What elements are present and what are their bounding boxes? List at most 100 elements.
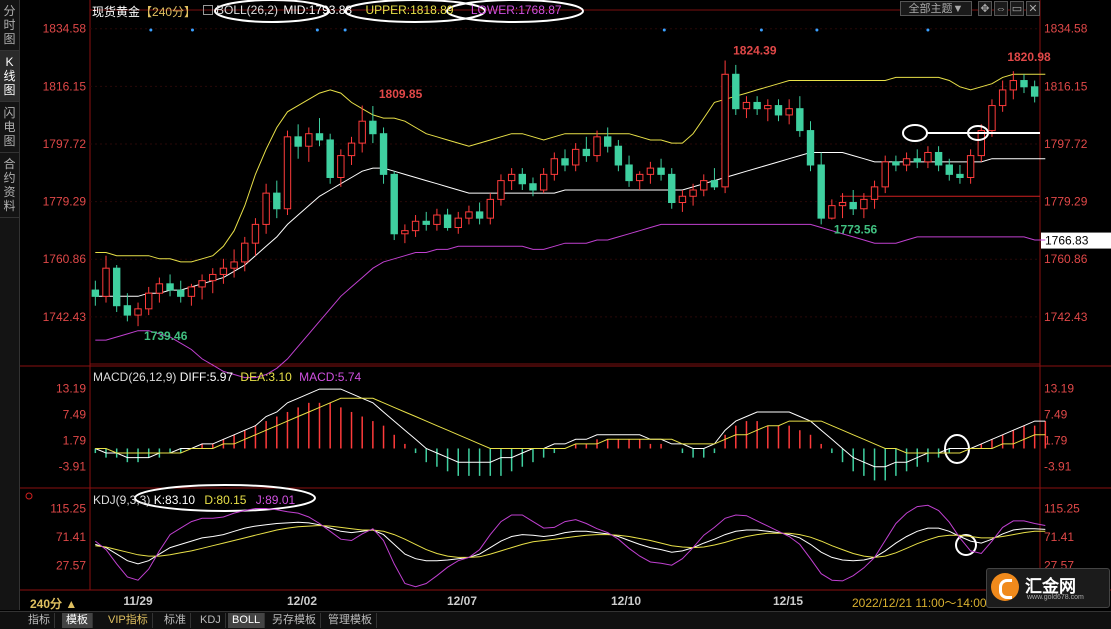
candle-body xyxy=(806,130,815,166)
macd-diff-value: DIFF:5.97 xyxy=(179,370,234,384)
price-annotation-high: 1824.39 xyxy=(733,44,777,58)
candle-body xyxy=(166,283,174,291)
main-pane-frame xyxy=(89,9,1041,365)
candle-body xyxy=(369,120,377,135)
macd-legend: MACD(26,12,9) DIFF:5.97 DEA:3.10 MACD:5.… xyxy=(93,370,361,384)
candle-body xyxy=(283,136,292,210)
candle-body xyxy=(892,161,900,166)
macd-tick-right: 1.79 xyxy=(1044,433,1068,447)
side-tab-1[interactable]: K线图 xyxy=(0,51,19,102)
bottom-tab-1[interactable]: 模板 xyxy=(62,613,93,628)
kdj-j-value: J:89.01 xyxy=(255,493,296,507)
kdj-tick-right: 115.25 xyxy=(1044,501,1080,515)
price-tick-right: 1816.15 xyxy=(1044,79,1088,93)
candle-body xyxy=(497,180,505,200)
chart-area[interactable]: 1834.58 1834.58 1816.15 1816.15 1797.72 1797.… xyxy=(20,0,1111,613)
candle-body xyxy=(219,267,228,275)
candle-body xyxy=(539,173,548,191)
bottom-tab-6[interactable]: 另存模板 xyxy=(268,613,321,628)
event-marker-icon xyxy=(315,28,319,32)
macd-tick-left: 13.19 xyxy=(56,381,86,395)
event-marker-icon xyxy=(759,28,763,32)
kdj-j-line xyxy=(94,504,1046,588)
kdj-settings-icon[interactable] xyxy=(25,492,33,500)
candle-body xyxy=(454,217,462,229)
candle-body xyxy=(817,164,825,219)
side-tab-3[interactable]: 合约资料 xyxy=(0,153,19,218)
crosshair-icon[interactable]: ✥ xyxy=(978,1,992,16)
candle-body xyxy=(230,261,238,269)
side-tab-0[interactable]: 分时图 xyxy=(0,0,19,51)
theme-dropdown[interactable]: 全部主题▼ xyxy=(900,1,972,16)
bottom-tab-3[interactable]: 标准 xyxy=(160,613,191,628)
bottom-tab-7[interactable]: 管理模板 xyxy=(324,613,377,628)
price-tick-left: 1797.72 xyxy=(43,137,87,151)
bottom-tab-5[interactable]: BOLL xyxy=(228,613,266,628)
chart-svg[interactable]: 1834.58 1834.58 1816.15 1816.15 1797.72 1797.… xyxy=(20,0,1111,610)
event-marker-icon xyxy=(662,28,666,32)
kdj-tick-right: 71.41 xyxy=(1044,530,1074,544)
bottom-tab-0[interactable]: 指标 xyxy=(24,613,55,628)
candle-body xyxy=(721,73,729,188)
price-tick-left: 1779.29 xyxy=(43,195,87,209)
candle-body xyxy=(422,220,430,225)
event-marker-icon xyxy=(149,28,153,32)
bottom-tab-2[interactable]: VIP指标 xyxy=(104,613,153,628)
macd-tick-right: -3.91 xyxy=(1044,459,1072,473)
candle-body xyxy=(657,167,665,175)
candle-body xyxy=(668,173,676,204)
macd-diff-line xyxy=(95,388,1046,468)
restore-icon[interactable]: ▭ xyxy=(1010,1,1024,16)
candle-body xyxy=(1030,86,1039,97)
candle-body xyxy=(529,183,537,191)
instrument-title: 现货黄金【240分】 xyxy=(92,3,196,20)
boll-icon xyxy=(203,5,213,15)
candle-body xyxy=(700,180,708,191)
kdj-tick-left: 27.57 xyxy=(56,559,86,573)
price-tick-right: 1797.72 xyxy=(1044,137,1088,151)
candle-body xyxy=(593,136,601,157)
candle-body xyxy=(102,267,110,297)
candle-body xyxy=(849,202,857,210)
candle-body xyxy=(315,133,324,141)
candle-body xyxy=(966,155,975,178)
candle-body xyxy=(134,308,142,316)
boll-legend: BOLL(26,2) MID:1793.88 UPPER:1818.89 LOW… xyxy=(203,3,562,17)
candle-body xyxy=(337,155,345,178)
period-switch[interactable]: 240分 ▲ xyxy=(30,595,77,612)
price-tick-right: 1779.29 xyxy=(1044,195,1088,209)
crosshair-time: 2022/12/21 11:00～14:00 xyxy=(852,596,987,610)
kdj-tick-left: 71.41 xyxy=(56,530,86,544)
candle-body xyxy=(294,136,302,147)
candle-body xyxy=(689,189,697,197)
price-tick-right: 1834.58 xyxy=(1044,22,1088,36)
candle-body xyxy=(401,230,409,235)
candle-body xyxy=(998,89,1007,107)
watermark-logo-icon xyxy=(991,573,1019,601)
boll-mid-value: MID:1793.88 xyxy=(283,3,353,17)
event-marker-icon xyxy=(343,28,347,32)
date-tick: 12/02 xyxy=(287,594,317,608)
macd-tick-right: 7.49 xyxy=(1044,407,1068,421)
candle-body xyxy=(177,289,185,297)
candle-body xyxy=(1020,80,1028,88)
candle-body xyxy=(145,292,153,310)
macd-dea-value: DEA:3.10 xyxy=(240,370,292,384)
kdj-d-value: D:80.15 xyxy=(204,493,247,507)
expand-icon[interactable]: ⇔ xyxy=(994,1,1008,16)
bottom-tab-4[interactable]: KDJ xyxy=(196,613,226,628)
event-marker-icon xyxy=(926,28,930,32)
candle-body xyxy=(155,283,164,294)
kdj-k-value: K:83.10 xyxy=(153,493,196,507)
candle-body xyxy=(433,214,441,225)
candle-body xyxy=(518,173,527,185)
candle-body xyxy=(924,151,932,163)
side-tab-2[interactable]: 闪电图 xyxy=(0,102,19,153)
date-tick: 12/15 xyxy=(773,594,803,608)
date-tick: 12/07 xyxy=(447,594,477,608)
candle-body xyxy=(123,305,132,316)
boll-label: BOLL(26,2) xyxy=(216,3,279,17)
candle-body xyxy=(678,195,687,204)
close-icon[interactable]: ✕ xyxy=(1026,1,1040,16)
candle-body xyxy=(796,108,804,132)
